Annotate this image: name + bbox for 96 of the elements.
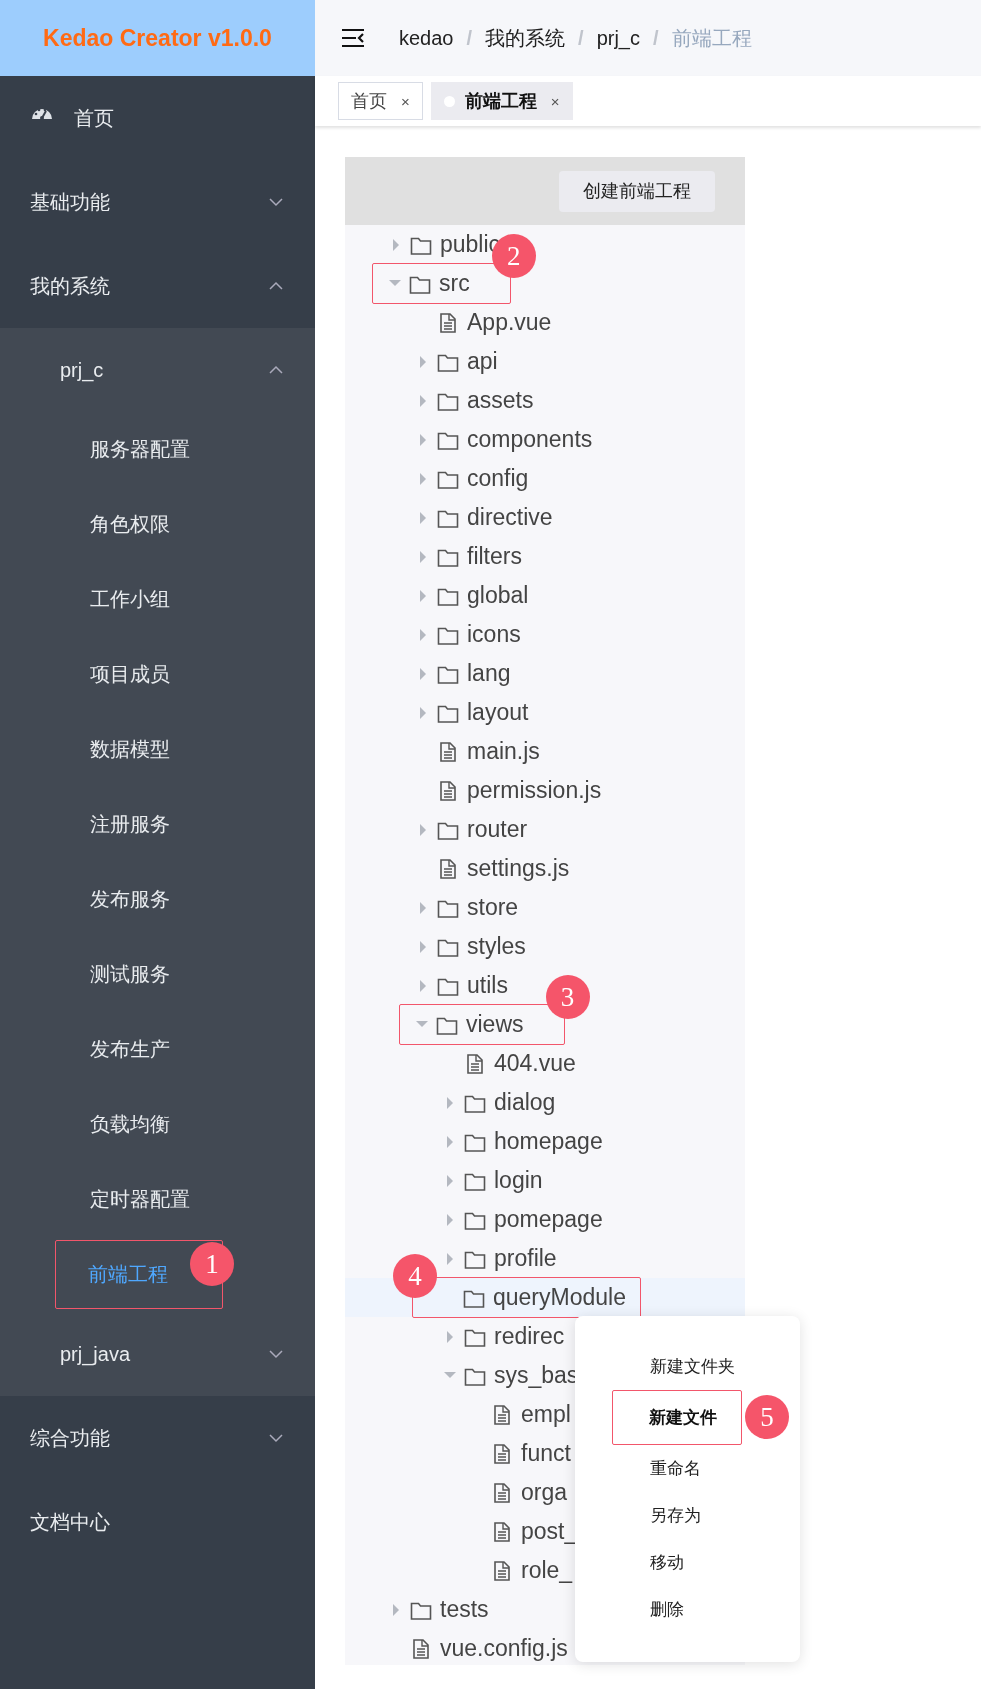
menu-item[interactable]: 另存为	[575, 1492, 800, 1539]
menu-item[interactable]: 重命名	[575, 1445, 800, 1492]
callout-badge: 4	[393, 1254, 437, 1298]
callout-badge: 5	[745, 1395, 789, 1439]
tree-node[interactable]: funct	[521, 1440, 571, 1467]
tree-node[interactable]: filters	[467, 543, 522, 570]
separator: /	[466, 26, 473, 50]
tree-node[interactable]: utils	[467, 972, 508, 999]
sidebar-item[interactable]: 工作小组	[0, 562, 315, 637]
tree-node[interactable]: config	[467, 465, 529, 492]
file-icon	[439, 741, 457, 762]
tree-node[interactable]: queryModule	[493, 1284, 626, 1311]
menu-item[interactable]: 移动	[575, 1539, 800, 1586]
sidebar-item[interactable]: 注册服务	[0, 787, 315, 862]
tree-node[interactable]: components	[467, 426, 593, 453]
tree-node[interactable]: post_	[521, 1518, 578, 1545]
sidebar-item[interactable]: 我的系统	[0, 244, 315, 328]
sidebar-item[interactable]: prj_c	[0, 328, 315, 412]
chevron-down-icon	[269, 197, 283, 207]
tree-node[interactable]: views	[466, 1011, 524, 1038]
tree-node[interactable]: dialog	[494, 1089, 556, 1116]
tree-node[interactable]: layout	[467, 699, 529, 726]
sidebar-item[interactable]: 文档中心	[0, 1480, 315, 1564]
file-icon	[493, 1443, 511, 1464]
tree-node[interactable]: role_	[521, 1557, 573, 1584]
chevron-up-icon	[269, 281, 283, 291]
tree-node[interactable]: api	[467, 348, 498, 375]
tree-node[interactable]: src	[439, 270, 470, 297]
sidebar-item[interactable]: 测试服务	[0, 937, 315, 1012]
file-icon	[493, 1560, 511, 1581]
sidebar-item[interactable]: 综合功能	[0, 1396, 315, 1480]
sidebar-item[interactable]: 发布生产	[0, 1012, 315, 1087]
file-icon	[439, 858, 457, 879]
close-icon[interactable]: ×	[401, 92, 410, 110]
tab[interactable]: 前端工程 ×	[430, 82, 573, 120]
create-button[interactable]: 创建前端工程	[559, 170, 715, 212]
chevron-down-icon	[269, 1433, 283, 1443]
app-title: Kedao Creator v1.0.0	[43, 24, 272, 52]
sidebar-item[interactable]: 首页	[0, 76, 315, 160]
sidebar-item[interactable]: 服务器配置	[0, 412, 315, 487]
tree-node[interactable]: global	[467, 582, 529, 609]
breadcrumb-item[interactable]: 我的系统	[485, 24, 566, 52]
breadcrumb-item[interactable]: prj_c	[596, 26, 640, 50]
tree-node[interactable]: settings.js	[467, 855, 570, 882]
tree-node[interactable]: assets	[467, 387, 534, 414]
sidebar-item[interactable]: 角色权限	[0, 487, 315, 562]
tree-node[interactable]: redirec	[494, 1323, 565, 1350]
tree-node[interactable]: router	[467, 816, 528, 843]
tab-label[interactable]: 前端工程	[464, 89, 537, 113]
sidebar-item[interactable]: 前端工程	[88, 1263, 168, 1285]
file-icon	[412, 1638, 430, 1659]
tree-node[interactable]: orga	[521, 1479, 568, 1506]
tree-node[interactable]: login	[494, 1167, 543, 1194]
tree-node[interactable]: homepage	[494, 1128, 603, 1155]
file-icon	[493, 1404, 511, 1425]
tree-node[interactable]: permission.js	[467, 777, 602, 804]
tree-node[interactable]: App.vue	[467, 309, 552, 336]
tree-node[interactable]: public	[440, 231, 501, 258]
tab-label[interactable]: 首页	[351, 89, 387, 113]
tree-node[interactable]: empl	[521, 1401, 571, 1428]
tab[interactable]: 首页 ×	[338, 82, 423, 120]
tree-node[interactable]: lang	[467, 660, 511, 687]
sidebar-item[interactable]: 基础功能	[0, 160, 315, 244]
tree-node[interactable]: 404.vue	[494, 1050, 576, 1077]
menu-item[interactable]: 删除	[575, 1586, 800, 1633]
tree-node[interactable]: directive	[467, 504, 553, 531]
tree-node[interactable]: tests	[440, 1596, 489, 1623]
tree-node[interactable]: icons	[467, 621, 521, 648]
file-icon	[466, 1053, 484, 1074]
file-icon	[493, 1482, 511, 1503]
callout-badge: 3	[545, 975, 590, 1019]
file-icon	[439, 312, 457, 333]
sidebar-item[interactable]: prj_java	[0, 1312, 315, 1396]
breadcrumb-item[interactable]: kedao	[399, 26, 454, 50]
separator: /	[653, 26, 659, 50]
callout-badge: 1	[190, 1242, 234, 1286]
tree-node[interactable]: pomepage	[494, 1206, 603, 1233]
chevron-down-icon	[269, 1349, 283, 1359]
sidebar-item[interactable]: 项目成员	[0, 637, 315, 712]
breadcrumb-item: 前端工程	[671, 25, 752, 51]
tree-node[interactable]: main.js	[467, 738, 540, 765]
chevron-up-icon	[269, 365, 283, 375]
sidebar-item[interactable]: 数据模型	[0, 712, 315, 787]
close-icon[interactable]: ×	[550, 92, 560, 110]
tree-node[interactable]: vue.config.js	[440, 1635, 568, 1662]
menu-icon[interactable]	[341, 28, 365, 48]
menu-item[interactable]: 新建文件	[613, 1391, 741, 1444]
file-icon	[439, 780, 457, 801]
sidebar-item[interactable]: 负载均衡	[0, 1087, 315, 1162]
sidebar-item[interactable]: 定时器配置	[0, 1162, 315, 1237]
sidebar-item[interactable]: 发布服务	[0, 862, 315, 937]
tree-node[interactable]: styles	[467, 933, 526, 960]
file-icon	[493, 1521, 511, 1542]
tree-node[interactable]: profile	[494, 1245, 557, 1272]
separator: /	[578, 26, 584, 50]
tree-node[interactable]: store	[467, 894, 519, 921]
